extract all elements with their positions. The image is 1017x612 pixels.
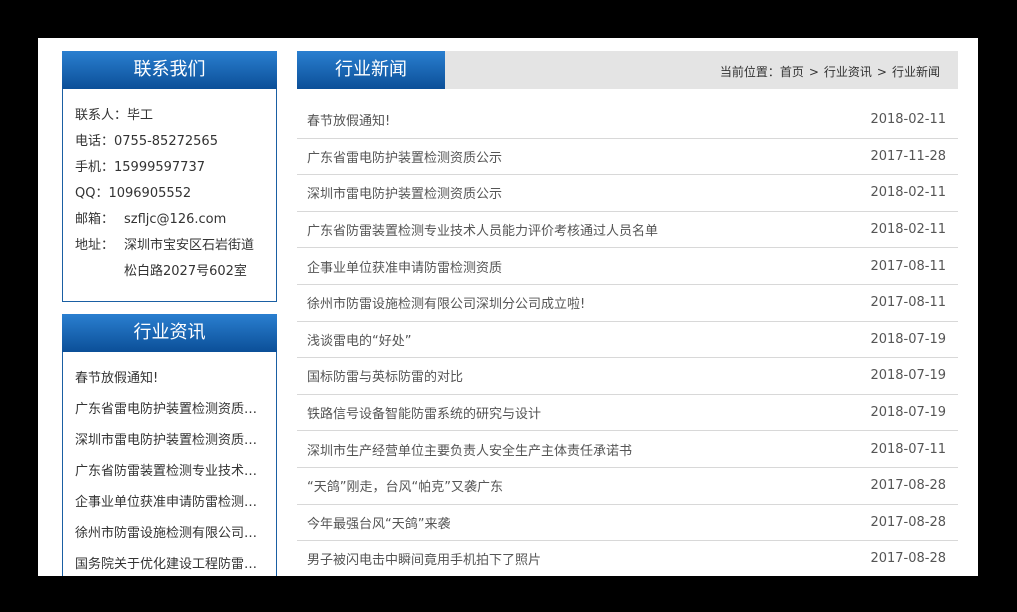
news-title[interactable]: 春节放假通知! [307, 110, 390, 129]
news-row[interactable]: 深圳市生产经营单位主要负责人安全生产主体责任承诺书 2018-07-11 [297, 431, 958, 468]
news-row[interactable]: “天鸽”刚走，台风“帕克”又袭广东 2017-08-28 [297, 468, 958, 505]
contact-row-mobile: 手机： 15999597737 [75, 155, 264, 181]
contact-label: 联系人： [75, 108, 128, 123]
news-row[interactable]: 深圳市雷电防护装置检测资质公示 2018-02-11 [297, 175, 958, 212]
news-date: 2017-08-28 [870, 514, 946, 530]
industry-box: 行业资讯 春节放假通知! 广东省雷电防护装置检测资质公示 深圳市雷电防护装置检测… [62, 314, 277, 576]
industry-link[interactable]: 广东省雷电防护装置检测资质公示 [75, 396, 264, 427]
news-title[interactable]: “天鸽”刚走，台风“帕克”又袭广东 [307, 476, 503, 495]
contact-title: 联系我们 [62, 51, 277, 89]
breadcrumb-level2[interactable]: 行业新闻 [892, 65, 940, 79]
sidebar: 联系我们 联系人： 毕工 电话： 0755-85272565 手机： 15999… [62, 51, 277, 576]
news-date: 2018-02-11 [870, 112, 946, 128]
industry-link[interactable]: 春节放假通知! [75, 365, 264, 396]
news-list: 春节放假通知! 2018-02-11 广东省雷电防护装置检测资质公示 2017-11… [297, 102, 958, 576]
news-title[interactable]: 浅谈雷电的“好处” [307, 330, 411, 349]
news-title[interactable]: 今年最强台风“天鸽”来袭 [307, 513, 450, 532]
contact-value: 1096905552 [108, 186, 192, 201]
news-date: 2017-08-28 [870, 551, 946, 567]
contact-row-address: 地址： 深圳市宝安区石岩街道松白路2027号602室 [75, 233, 264, 285]
news-date: 2017-08-11 [870, 258, 946, 274]
news-row[interactable]: 浅谈雷电的“好处” 2018-07-19 [297, 322, 958, 359]
news-row[interactable]: 国标防雷与英标防雷的对比 2018-07-19 [297, 358, 958, 395]
breadcrumb-separator: > [876, 65, 887, 79]
breadcrumb-level1[interactable]: 行业资讯 [824, 65, 872, 79]
main-content: 行业新闻 当前位置：首页 > 行业资讯 > 行业新闻 春节放假通知! 2018-02-11… [297, 51, 958, 576]
news-row[interactable]: 男子被闪电击中瞬间竟用手机拍下了照片 2017-08-28 [297, 541, 958, 576]
news-title[interactable]: 国标防雷与英标防雷的对比 [307, 366, 463, 385]
news-date: 2018-07-19 [870, 331, 946, 347]
breadcrumb-home[interactable]: 首页 [780, 65, 804, 79]
breadcrumb-separator: > [808, 65, 819, 79]
news-row[interactable]: 铁路信号设备智能防雷系统的研究与设计 2018-07-19 [297, 395, 958, 432]
contact-label: 手机： [75, 160, 115, 175]
news-date: 2018-07-19 [870, 368, 946, 384]
news-date: 2018-07-11 [870, 441, 946, 457]
news-row[interactable]: 广东省雷电防护装置检测资质公示 2017-11-28 [297, 139, 958, 176]
breadcrumb: 当前位置：首页 > 行业资讯 > 行业新闻 [720, 51, 940, 89]
news-title[interactable]: 广东省雷电防护装置检测资质公示 [307, 147, 502, 166]
news-title[interactable]: 徐州市防雷设施检测有限公司深圳分公司成立啦! [307, 293, 585, 312]
contact-label: 电话： [75, 134, 115, 149]
industry-title: 行业资讯 [62, 314, 277, 352]
main-header: 行业新闻 当前位置：首页 > 行业资讯 > 行业新闻 [297, 51, 958, 89]
industry-link[interactable]: 深圳市雷电防护装置检测资质公示 [75, 427, 264, 458]
news-date: 2018-02-11 [870, 222, 946, 238]
breadcrumb-prefix: 当前位置： [719, 65, 780, 79]
contact-label: 邮箱： [75, 212, 115, 227]
contact-value: 0755-85272565 [114, 134, 218, 149]
news-title[interactable]: 铁路信号设备智能防雷系统的研究与设计 [307, 403, 541, 422]
contact-row-email: 邮箱： szfljc@126.com [75, 207, 264, 233]
contact-value: szfljc@126.com [124, 212, 227, 227]
news-date: 2018-02-11 [870, 185, 946, 201]
industry-link[interactable]: 国务院关于优化建设工程防雷许... [75, 551, 264, 576]
contact-label: QQ： [75, 186, 109, 201]
industry-link[interactable]: 企事业单位获准申请防雷检测资质 [75, 489, 264, 520]
news-date: 2017-11-28 [870, 148, 946, 164]
news-row[interactable]: 徐州市防雷设施检测有限公司深圳分公司成立啦! 2017-08-11 [297, 285, 958, 322]
news-title[interactable]: 深圳市雷电防护装置检测资质公示 [307, 183, 502, 202]
device-frame: 联系我们 联系人： 毕工 电话： 0755-85272565 手机： 15999… [0, 0, 1017, 612]
industry-list: 春节放假通知! 广东省雷电防护装置检测资质公示 深圳市雷电防护装置检测资质公示 … [63, 352, 276, 576]
contact-box: 联系我们 联系人： 毕工 电话： 0755-85272565 手机： 15999… [62, 51, 277, 302]
news-title[interactable]: 企事业单位获准申请防雷检测资质 [307, 257, 502, 276]
news-row[interactable]: 春节放假通知! 2018-02-11 [297, 102, 958, 139]
contact-label: 地址： [75, 238, 115, 253]
news-row[interactable]: 企事业单位获准申请防雷检测资质 2017-08-11 [297, 248, 958, 285]
news-title[interactable]: 男子被闪电击中瞬间竟用手机拍下了照片 [307, 549, 541, 568]
news-date: 2018-07-19 [870, 405, 946, 421]
contact-value: 毕工 [127, 108, 154, 123]
industry-link[interactable]: 广东省防雷装置检测专业技术人... [75, 458, 264, 489]
contact-row-qq: QQ： 1096905552 [75, 181, 264, 207]
news-title[interactable]: 深圳市生产经营单位主要负责人安全生产主体责任承诺书 [307, 440, 632, 459]
page-viewport: 联系我们 联系人： 毕工 电话： 0755-85272565 手机： 15999… [38, 38, 978, 576]
news-date: 2017-08-28 [870, 478, 946, 494]
news-date: 2017-08-11 [870, 295, 946, 311]
contact-value: 15999597737 [114, 160, 205, 175]
news-title[interactable]: 广东省防雷装置检测专业技术人员能力评价考核通过人员名单 [307, 220, 658, 239]
contact-value: 深圳市宝安区石岩街道松白路2027号602室 [124, 238, 255, 279]
industry-link[interactable]: 徐州市防雷设施检测有限公司深... [75, 520, 264, 551]
contact-row-phone: 电话： 0755-85272565 [75, 129, 264, 155]
page-title: 行业新闻 [297, 51, 445, 89]
news-row[interactable]: 广东省防雷装置检测专业技术人员能力评价考核通过人员名单 2018-02-11 [297, 212, 958, 249]
news-row[interactable]: 今年最强台风“天鸽”来袭 2017-08-28 [297, 505, 958, 542]
contact-row-person: 联系人： 毕工 [75, 103, 264, 129]
